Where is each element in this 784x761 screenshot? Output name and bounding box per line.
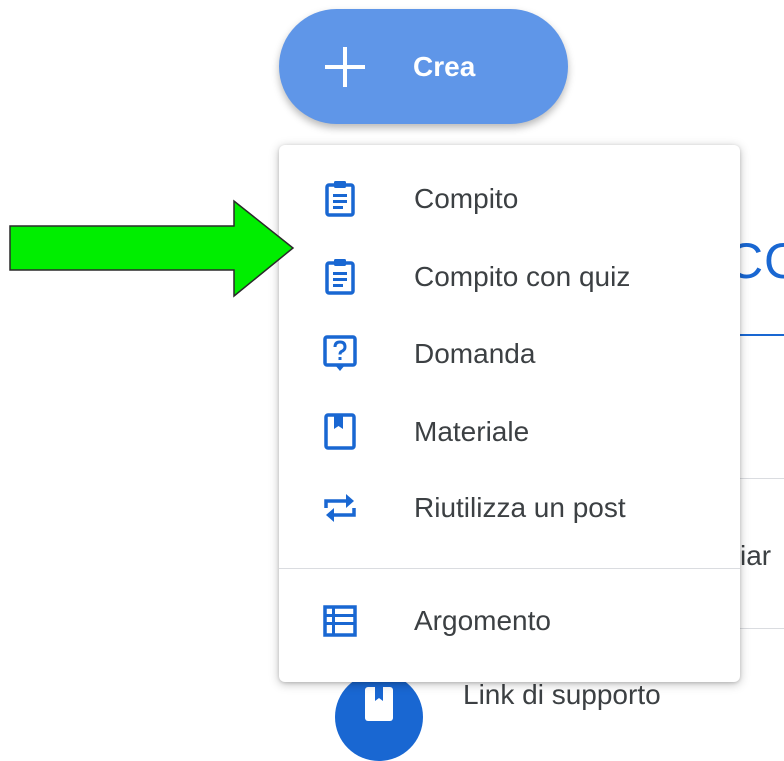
question-icon	[320, 334, 360, 374]
menu-item-material[interactable]: Materiale	[279, 394, 740, 470]
background-text-fragment: iar	[740, 540, 772, 571]
menu-item-question[interactable]: Domanda	[279, 316, 740, 392]
menu-item-topic[interactable]: Argomento	[279, 583, 740, 659]
material-icon	[320, 412, 360, 452]
menu-item-reuse-post[interactable]: Riutilizza un post	[279, 470, 740, 546]
reuse-post-icon	[320, 488, 360, 528]
menu-item-label: Compito con quiz	[414, 261, 631, 292]
plus-icon	[325, 47, 365, 87]
menu-item-label: Riutilizza un post	[414, 492, 626, 523]
green-arrow-icon	[9, 199, 295, 298]
tab-underline	[740, 334, 784, 336]
topic-list-icon	[320, 601, 360, 641]
support-link-label: Link di supporto	[463, 679, 661, 710]
support-link[interactable]: Link di supporto	[335, 673, 661, 761]
menu-item-label: Argomento	[414, 605, 551, 636]
assignment-icon	[320, 179, 360, 219]
menu-item-label: Domanda	[414, 338, 536, 369]
background-divider	[740, 478, 784, 479]
create-menu: Compito Compito con quiz Domanda Materia…	[279, 145, 740, 682]
create-button-label: Crea	[413, 51, 476, 82]
create-button[interactable]: Crea	[279, 9, 568, 124]
menu-item-label: Materiale	[414, 416, 530, 447]
menu-item-quiz-assignment[interactable]: Compito con quiz	[279, 239, 740, 315]
support-link-icon	[335, 673, 423, 761]
menu-item-label: Compito	[414, 183, 519, 214]
menu-divider	[279, 568, 740, 569]
quiz-assignment-icon	[320, 257, 360, 297]
background-divider	[740, 628, 784, 629]
menu-item-assignment[interactable]: Compito	[279, 161, 740, 237]
